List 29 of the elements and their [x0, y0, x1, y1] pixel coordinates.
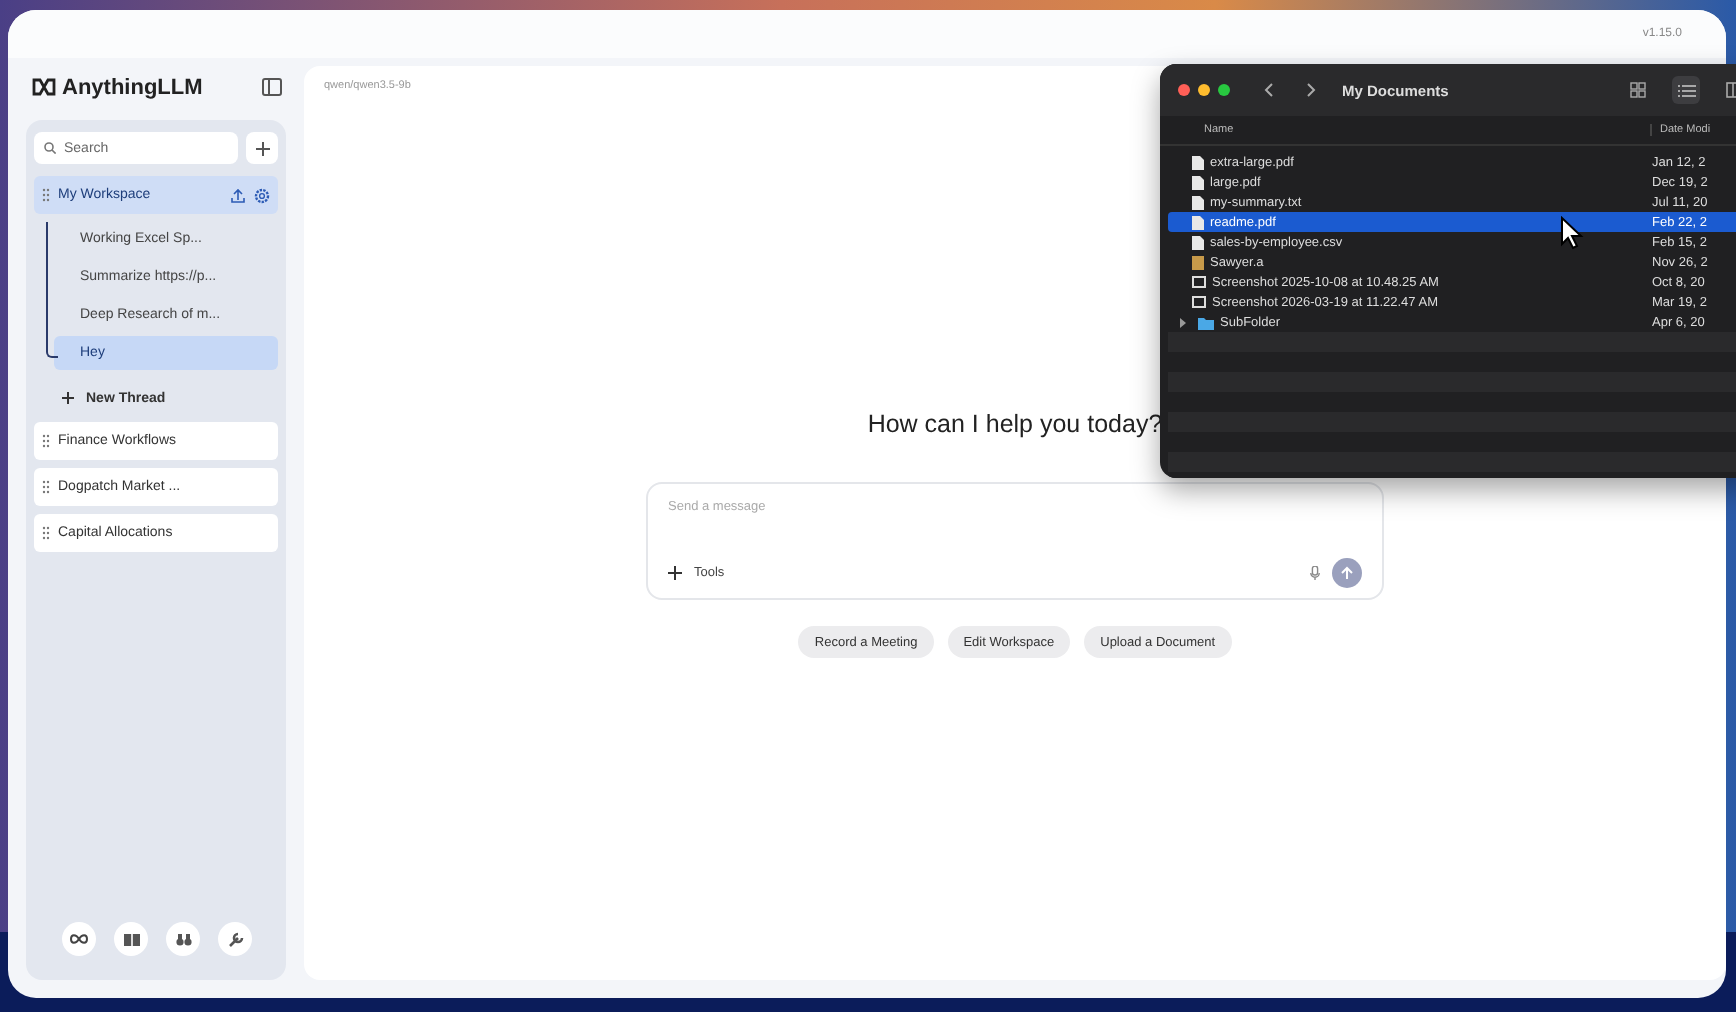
image-file-icon — [1192, 255, 1204, 269]
search-icon — [44, 142, 56, 154]
disclosure-icon[interactable] — [1180, 317, 1186, 327]
mouse-cursor-icon — [1560, 216, 1584, 250]
microphone-icon[interactable] — [1310, 566, 1320, 580]
app-logo: AnythingLLM — [32, 75, 203, 99]
infinity-icon[interactable] — [62, 922, 96, 956]
send-button[interactable] — [1332, 558, 1362, 588]
list-view-icon[interactable] — [1672, 76, 1700, 104]
welcome-heading: How can I help you today? — [867, 410, 1163, 438]
plus-icon — [668, 566, 682, 580]
settings-icon[interactable] — [254, 187, 270, 203]
sidebar-toggle-icon[interactable] — [262, 78, 282, 96]
minimize-icon[interactable] — [1198, 84, 1210, 96]
add-workspace-button[interactable] — [246, 132, 278, 164]
plus-icon — [255, 141, 269, 155]
drag-handle-icon[interactable] — [42, 188, 50, 202]
binoculars-icon[interactable] — [166, 922, 200, 956]
book-icon[interactable] — [114, 922, 148, 956]
zoom-icon[interactable] — [1218, 84, 1230, 96]
close-icon[interactable] — [1178, 84, 1190, 96]
arrow-up-icon — [1340, 566, 1354, 580]
drag-handle-icon[interactable] — [42, 526, 50, 540]
wrench-icon[interactable] — [218, 922, 252, 956]
plus-icon — [62, 392, 74, 404]
drag-handle-icon[interactable] — [42, 434, 50, 448]
upload-icon[interactable] — [230, 187, 246, 203]
drag-handle-icon[interactable] — [42, 480, 50, 494]
grid-view-icon[interactable] — [1624, 76, 1652, 104]
